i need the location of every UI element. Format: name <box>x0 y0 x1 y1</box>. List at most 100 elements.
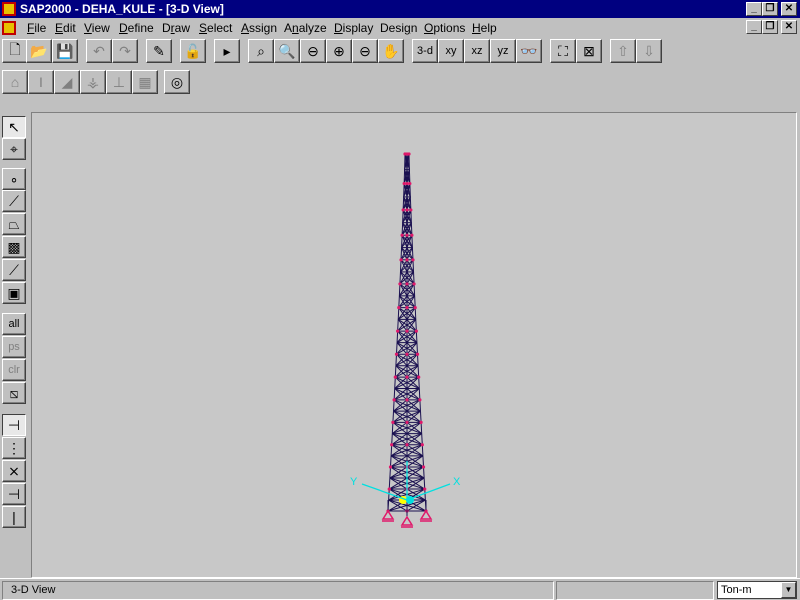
joint[interactable] <box>405 443 409 447</box>
show-loads-button[interactable]: I <box>28 70 54 94</box>
zoom-in-button[interactable]: ⊕ <box>326 39 352 63</box>
joint[interactable] <box>405 282 409 286</box>
snap-intersections-button[interactable]: ⨯ <box>2 460 26 482</box>
view-3d-button[interactable]: 3-d <box>412 39 438 63</box>
joint[interactable] <box>387 487 391 491</box>
show-mode-shape-button[interactable]: ⚶ <box>80 70 106 94</box>
frame-member[interactable] <box>420 422 423 434</box>
joint[interactable] <box>394 352 399 356</box>
frame-member[interactable] <box>398 295 400 308</box>
joint[interactable] <box>390 443 394 447</box>
frame-member[interactable] <box>391 433 393 445</box>
frame-member[interactable] <box>419 411 422 423</box>
joint[interactable] <box>405 329 409 333</box>
joint[interactable] <box>405 181 409 186</box>
joint[interactable] <box>417 375 421 379</box>
save-button[interactable]: 💾 <box>52 39 78 63</box>
joint[interactable] <box>405 352 409 356</box>
frame-member[interactable] <box>393 388 396 400</box>
frame-member[interactable] <box>391 422 394 434</box>
joint[interactable] <box>400 233 404 237</box>
menu-assign[interactable]: Assign <box>241 20 277 36</box>
undo-button[interactable]: ↶ <box>86 39 112 63</box>
snap-joints-button[interactable]: ⊣ <box>2 414 26 436</box>
joint[interactable] <box>402 181 406 186</box>
joint[interactable] <box>405 306 409 310</box>
open-file-button[interactable]: 📂 <box>26 39 52 63</box>
minimize-button[interactable]: _ <box>746 2 762 16</box>
joint[interactable] <box>396 329 400 333</box>
frame-member[interactable] <box>397 319 399 332</box>
draw-rect-shell-button[interactable]: ▩ <box>2 236 26 258</box>
frame-member[interactable] <box>417 365 420 378</box>
show-design-button[interactable]: ◎ <box>164 70 190 94</box>
lock-edit-button[interactable]: ✎ <box>146 39 172 63</box>
restore-previous-zoom-button[interactable]: ⊖ <box>300 39 326 63</box>
view-yz-button[interactable]: yz <box>490 39 516 63</box>
menu-draw[interactable]: Draw <box>162 20 190 36</box>
frame-member[interactable] <box>389 466 391 479</box>
frame-member[interactable] <box>392 411 395 423</box>
frame-member[interactable] <box>416 342 419 355</box>
view-xy-button[interactable]: xy <box>438 39 464 63</box>
snap-lines-button[interactable]: | <box>2 506 26 528</box>
joint[interactable] <box>388 465 393 469</box>
joint[interactable] <box>419 420 423 424</box>
zoom-out-button[interactable]: ⊖ <box>352 39 378 63</box>
draw-joint-button[interactable]: ∘ <box>2 168 26 190</box>
show-undeformed-button[interactable]: ⌂ <box>2 70 28 94</box>
joint[interactable] <box>405 233 409 237</box>
run-analysis-button[interactable]: ▸ <box>214 39 240 63</box>
frame-member[interactable] <box>413 283 416 296</box>
perspective-button[interactable]: 👓 <box>516 39 542 63</box>
units-dropdown[interactable]: Ton-m ▼ <box>717 581 797 599</box>
frame-member[interactable] <box>424 489 426 501</box>
menu-options[interactable]: Options <box>424 20 465 36</box>
joint[interactable] <box>399 258 403 262</box>
restore-full-view-button[interactable]: 🔍 <box>274 39 300 63</box>
show-deformed-button[interactable]: ◢ <box>54 70 80 94</box>
snap-midpoints-button[interactable]: ⋮ <box>2 437 26 459</box>
frame-member[interactable] <box>417 354 419 366</box>
get-previous-selection-button[interactable]: ps <box>2 336 26 358</box>
frame-member[interactable] <box>393 399 395 412</box>
frame-member[interactable] <box>421 433 423 445</box>
frame-member[interactable] <box>388 489 390 501</box>
joint[interactable] <box>393 375 397 379</box>
joint[interactable] <box>405 398 409 402</box>
joint[interactable] <box>415 352 420 356</box>
show-stresses-button[interactable]: ▦ <box>132 70 158 94</box>
pointer-button[interactable]: ↖ <box>2 116 26 138</box>
frame-member[interactable] <box>399 271 401 284</box>
lock-model-button[interactable]: 🔓 <box>180 39 206 63</box>
pan-button[interactable]: ✋ <box>378 39 404 63</box>
select-all-button[interactable]: all <box>2 313 26 335</box>
menu-view[interactable]: View <box>84 20 110 36</box>
doc-minimize-button[interactable]: _ <box>746 20 762 34</box>
intersecting-line-select-button[interactable]: ⧅ <box>2 382 26 404</box>
joint[interactable] <box>411 258 415 262</box>
menu-file[interactable]: File <box>27 20 46 36</box>
clear-selection-button[interactable]: clr <box>2 359 26 381</box>
joint[interactable] <box>410 233 414 237</box>
draw-shell-click-button[interactable]: ▣ <box>2 282 26 304</box>
joint[interactable] <box>405 375 409 379</box>
doc-close-button[interactable]: ✕ <box>781 20 797 34</box>
redo-button[interactable]: ↷ <box>112 39 138 63</box>
chevron-down-icon[interactable]: ▼ <box>781 582 796 598</box>
joint[interactable] <box>405 420 409 424</box>
draw-frame-click-button[interactable]: ⟋ <box>2 259 26 281</box>
reshape-button[interactable]: ⌖ <box>2 138 26 160</box>
joint[interactable] <box>421 465 426 469</box>
frame-member[interactable] <box>395 342 398 355</box>
doc-restore-button[interactable]: ❐ <box>762 20 778 34</box>
frame-member[interactable] <box>398 283 401 296</box>
frame-member[interactable] <box>423 477 426 490</box>
view-xz-button[interactable]: xz <box>464 39 490 63</box>
frame-member[interactable] <box>394 377 396 389</box>
joint[interactable] <box>405 208 409 212</box>
document-icon[interactable] <box>2 21 16 35</box>
joint[interactable] <box>398 282 402 286</box>
move-down-button[interactable]: ⇩ <box>636 39 662 63</box>
menu-edit[interactable]: Edit <box>55 20 76 36</box>
